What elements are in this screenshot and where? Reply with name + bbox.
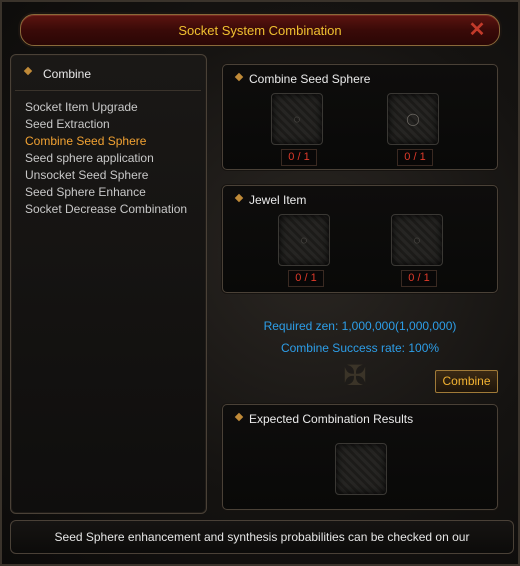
socket-combination-window: Socket System Combination ✕ Combine Sock… bbox=[0, 0, 520, 566]
sphere-slot-count: 0 / 1 bbox=[397, 149, 433, 166]
footer-text: Seed Sphere enhancement and synthesis pr… bbox=[54, 530, 470, 544]
results-panel-title: Expected Combination Results bbox=[249, 412, 414, 426]
seed-sphere-panel-title: Combine Seed Sphere bbox=[249, 72, 371, 86]
jewel-icon: ◌ bbox=[300, 233, 308, 247]
combine-menu: Socket Item Upgrade Seed Extraction Comb… bbox=[25, 99, 205, 218]
jewel-panel-title: Jewel Item bbox=[249, 193, 307, 207]
menu-item-combine-seed-sphere[interactable]: Combine Seed Sphere bbox=[25, 133, 205, 150]
jewel-slot-2[interactable]: ◌ bbox=[391, 214, 443, 266]
sphere-icon: ◯ bbox=[406, 112, 420, 126]
combine-menu-panel: Combine Socket Item Upgrade Seed Extract… bbox=[10, 54, 207, 514]
emblem-icon: ✠ bbox=[343, 360, 367, 391]
menu-header: Combine bbox=[15, 60, 201, 91]
diamond-bullet-icon bbox=[234, 72, 244, 82]
seed-icon: ◌ bbox=[293, 112, 301, 126]
result-slot[interactable] bbox=[335, 443, 387, 495]
close-icon: ✕ bbox=[468, 19, 486, 41]
menu-item-socket-item-upgrade[interactable]: Socket Item Upgrade bbox=[25, 99, 205, 116]
menu-item-socket-decrease-combination[interactable]: Socket Decrease Combination bbox=[25, 201, 205, 218]
jewel-slot-1[interactable]: ◌ bbox=[278, 214, 330, 266]
close-button[interactable]: ✕ bbox=[467, 20, 487, 40]
jewel-slot-2-count: 0 / 1 bbox=[401, 270, 437, 287]
seed-slot[interactable]: ◌ bbox=[271, 93, 323, 145]
combine-button[interactable]: Combine bbox=[435, 370, 498, 393]
diamond-bullet-icon bbox=[234, 412, 244, 422]
footer-bar: Seed Sphere enhancement and synthesis pr… bbox=[10, 520, 514, 554]
diamond-bullet-icon bbox=[234, 193, 244, 203]
jewel-panel: Jewel Item ◌ 0 / 1 ◌ 0 / 1 bbox=[222, 185, 498, 293]
title-bar[interactable]: Socket System Combination ✕ bbox=[20, 14, 500, 46]
menu-item-seed-sphere-application[interactable]: Seed sphere application bbox=[25, 150, 205, 167]
menu-item-seed-sphere-enhance[interactable]: Seed Sphere Enhance bbox=[25, 184, 205, 201]
success-rate-text: Combine Success rate: 100% bbox=[280, 341, 440, 355]
menu-header-label: Combine bbox=[43, 67, 92, 81]
sphere-slot[interactable]: ◯ bbox=[387, 93, 439, 145]
seed-slot-count: 0 / 1 bbox=[281, 149, 317, 166]
menu-item-unsocket-seed-sphere[interactable]: Unsocket Seed Sphere bbox=[25, 167, 205, 184]
menu-item-seed-extraction[interactable]: Seed Extraction bbox=[25, 116, 205, 133]
required-zen-text: Required zen: 1,000,000(1,000,000) bbox=[263, 319, 457, 333]
jewel-icon: ◌ bbox=[413, 233, 421, 247]
jewel-slot-1-count: 0 / 1 bbox=[288, 270, 324, 287]
window-title: Socket System Combination bbox=[178, 23, 342, 38]
seed-sphere-panel: Combine Seed Sphere ◌ 0 / 1 ◯ 0 / 1 bbox=[222, 64, 498, 170]
diamond-bullet-icon bbox=[23, 66, 33, 76]
results-panel: Expected Combination Results bbox=[222, 404, 498, 510]
